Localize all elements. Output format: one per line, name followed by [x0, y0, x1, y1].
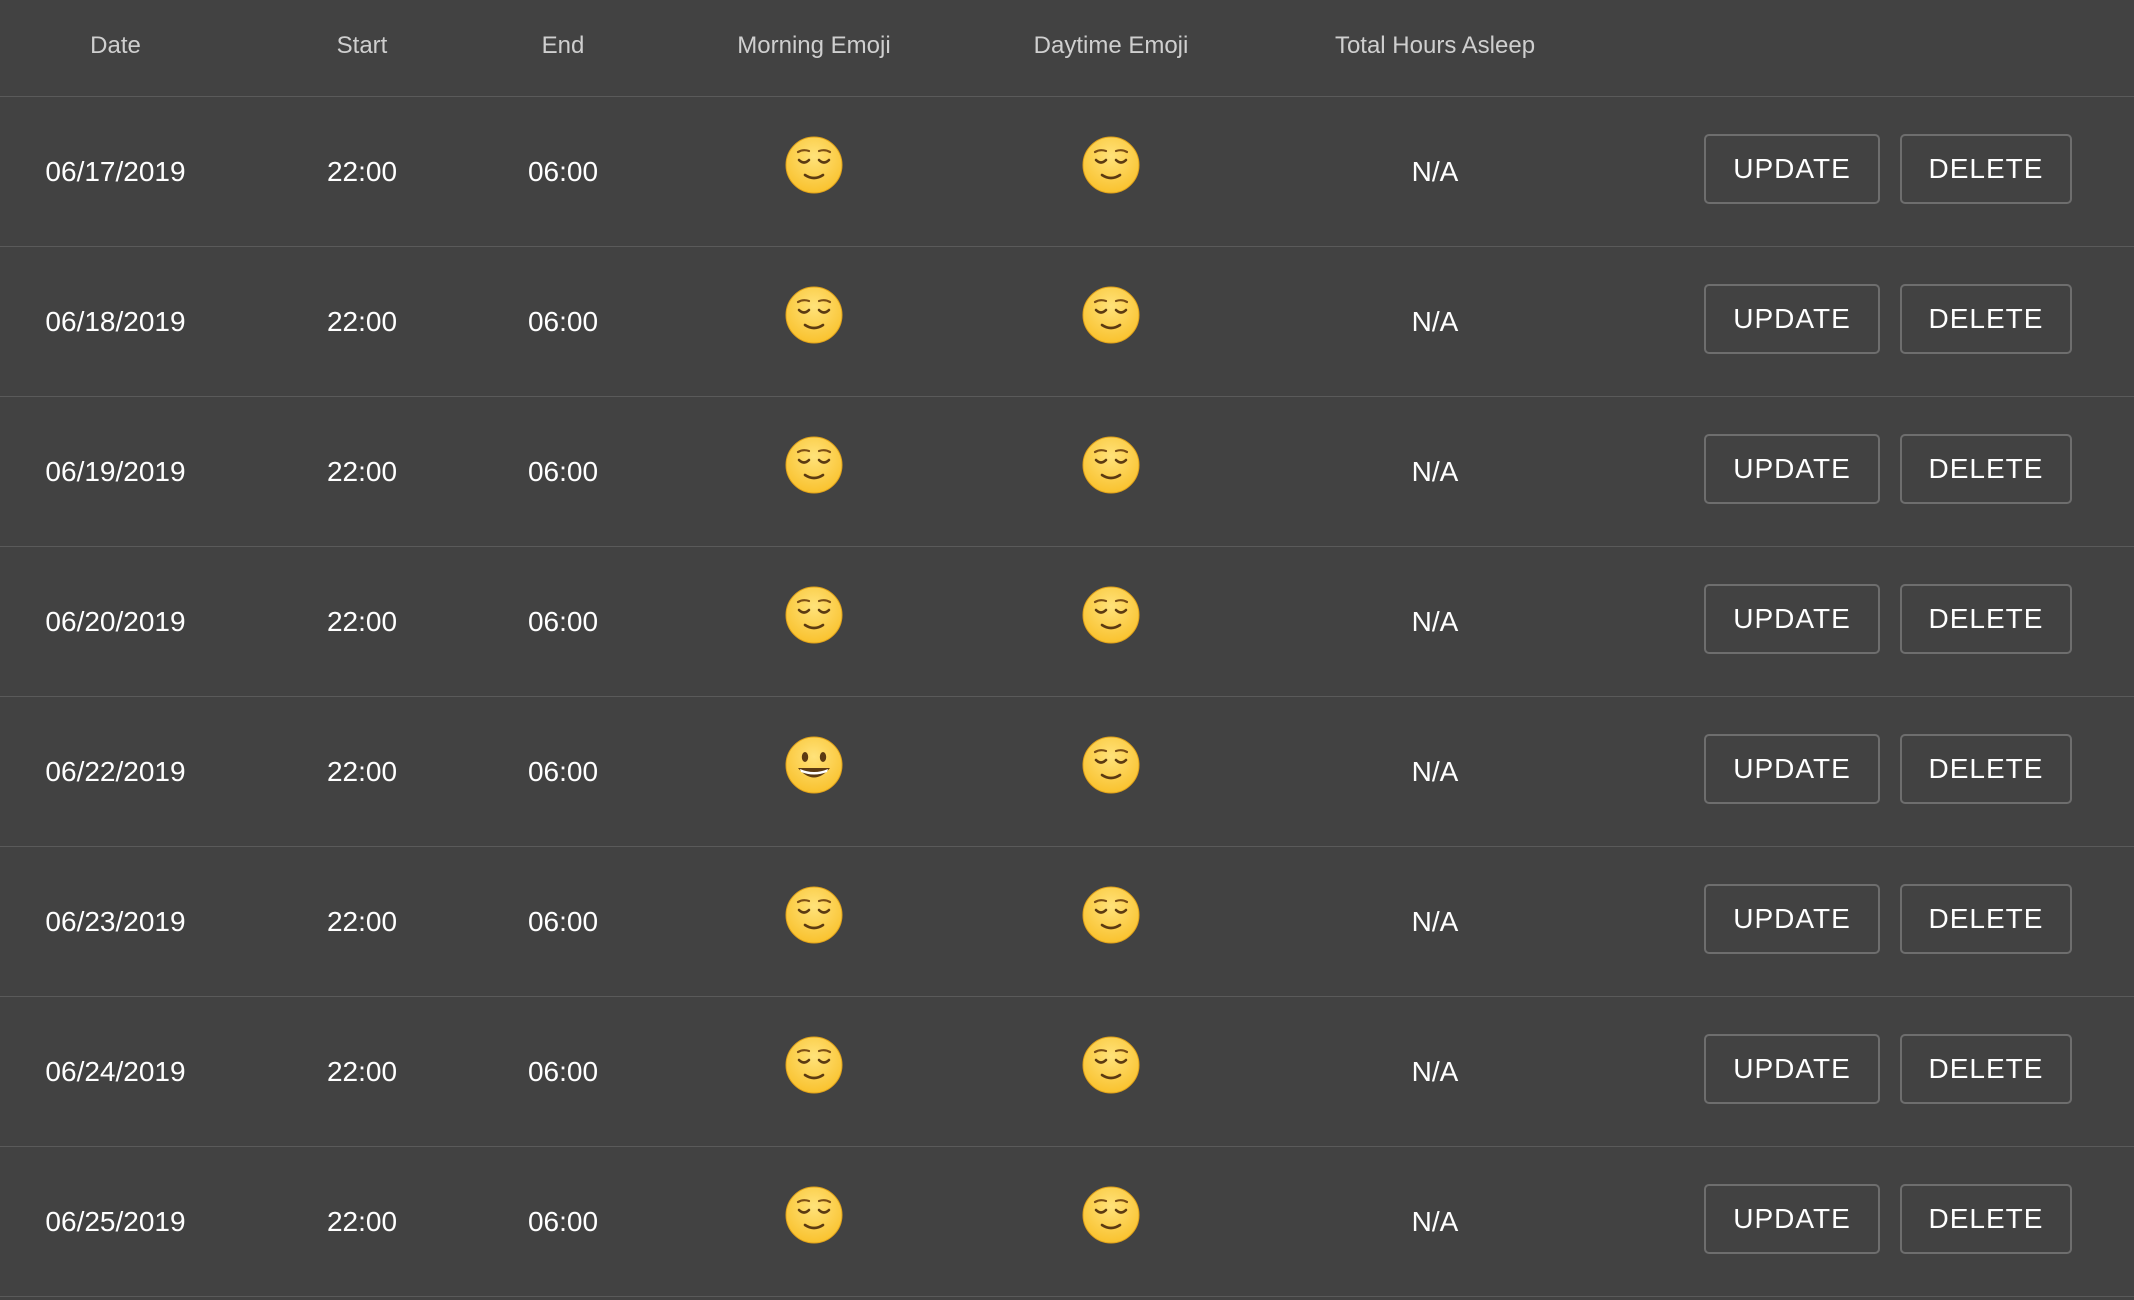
- cell-date: 06/25/2019: [45, 1206, 186, 1237]
- cell-date: 06/20/2019: [45, 606, 186, 637]
- table-row: 06/17/2019 22:00 06:00 N/A UPDATE DELETE: [0, 97, 2134, 247]
- cell-total-hours: N/A: [1411, 306, 1459, 337]
- table-row: 06/20/2019 22:00 06:00 N/A UPDATE DELETE: [0, 547, 2134, 697]
- cell-date: 06/22/2019: [45, 756, 186, 787]
- update-button[interactable]: UPDATE: [1704, 1034, 1880, 1104]
- delete-button[interactable]: DELETE: [1900, 884, 2072, 954]
- daytime-relieved-face-icon: [1012, 697, 1210, 846]
- delete-button[interactable]: DELETE: [1900, 284, 2072, 354]
- cell-start: 22:00: [326, 1206, 398, 1237]
- header-total-hours: Total Hours Asleep: [1334, 32, 1536, 59]
- morning-relieved-face-icon: [715, 1147, 913, 1296]
- sleep-log-table: Date Start End Morning Emoji Daytime Emo…: [0, 0, 2134, 1300]
- morning-relieved-face-icon: [715, 97, 913, 246]
- table-row: 06/19/2019 22:00 06:00 N/A UPDATE DELETE: [0, 397, 2134, 547]
- cell-end: 06:00: [527, 756, 599, 787]
- cell-total-hours: N/A: [1411, 756, 1459, 787]
- cell-date: 06/23/2019: [45, 906, 186, 937]
- delete-button[interactable]: DELETE: [1900, 134, 2072, 204]
- cell-start: 22:00: [326, 456, 398, 487]
- header-date: Date: [90, 32, 141, 59]
- update-button[interactable]: UPDATE: [1704, 584, 1880, 654]
- delete-button[interactable]: DELETE: [1900, 584, 2072, 654]
- morning-relieved-face-icon: [715, 547, 913, 696]
- morning-relieved-face-icon: [715, 397, 913, 546]
- table-row: 06/25/2019 22:00 06:00 N/A UPDATE DELETE: [0, 1147, 2134, 1297]
- update-button[interactable]: UPDATE: [1704, 284, 1880, 354]
- cell-end: 06:00: [527, 1056, 599, 1087]
- delete-button[interactable]: DELETE: [1900, 734, 2072, 804]
- daytime-relieved-face-icon: [1012, 97, 1210, 246]
- daytime-relieved-face-icon: [1012, 397, 1210, 546]
- update-button[interactable]: UPDATE: [1704, 1184, 1880, 1254]
- morning-grinning-face-icon: [715, 697, 913, 846]
- daytime-relieved-face-icon: [1012, 247, 1210, 396]
- cell-date: 06/17/2019: [45, 156, 186, 187]
- table-row: 06/23/2019 22:00 06:00 N/A UPDATE DELETE: [0, 847, 2134, 997]
- morning-relieved-face-icon: [715, 997, 913, 1146]
- cell-start: 22:00: [326, 1056, 398, 1087]
- cell-total-hours: N/A: [1411, 1206, 1459, 1237]
- cell-total-hours: N/A: [1411, 1056, 1459, 1087]
- daytime-relieved-face-icon: [1012, 997, 1210, 1146]
- morning-relieved-face-icon: [715, 247, 913, 396]
- cell-end: 06:00: [527, 456, 599, 487]
- delete-button[interactable]: DELETE: [1900, 434, 2072, 504]
- daytime-relieved-face-icon: [1012, 1147, 1210, 1296]
- cell-end: 06:00: [527, 306, 599, 337]
- cell-end: 06:00: [527, 606, 599, 637]
- cell-total-hours: N/A: [1411, 606, 1459, 637]
- table-row: 06/18/2019 22:00 06:00 N/A UPDATE DELETE: [0, 247, 2134, 397]
- cell-start: 22:00: [326, 306, 398, 337]
- table-row: 06/24/2019 22:00 06:00 N/A UPDATE DELETE: [0, 997, 2134, 1147]
- cell-start: 22:00: [326, 156, 398, 187]
- cell-total-hours: N/A: [1411, 156, 1459, 187]
- cell-start: 22:00: [326, 606, 398, 637]
- cell-date: 06/18/2019: [45, 306, 186, 337]
- update-button[interactable]: UPDATE: [1704, 134, 1880, 204]
- cell-start: 22:00: [326, 756, 398, 787]
- cell-end: 06:00: [527, 156, 599, 187]
- delete-button[interactable]: DELETE: [1900, 1184, 2072, 1254]
- header-end: End: [541, 32, 585, 59]
- daytime-relieved-face-icon: [1012, 547, 1210, 696]
- morning-relieved-face-icon: [715, 847, 913, 996]
- cell-start: 22:00: [326, 906, 398, 937]
- cell-total-hours: N/A: [1411, 906, 1459, 937]
- delete-button[interactable]: DELETE: [1900, 1034, 2072, 1104]
- table-header: Date Start End Morning Emoji Daytime Emo…: [0, 0, 2134, 97]
- update-button[interactable]: UPDATE: [1704, 434, 1880, 504]
- cell-end: 06:00: [527, 906, 599, 937]
- table-row: 06/22/2019 22:00 06:00 N/A UPDATE DELETE: [0, 697, 2134, 847]
- header-morning-emoji: Morning Emoji: [737, 32, 891, 59]
- cell-date: 06/24/2019: [45, 1056, 186, 1087]
- table-body: 06/17/2019 22:00 06:00 N/A UPDATE DELETE 06/18…: [0, 97, 2134, 1297]
- cell-date: 06/19/2019: [45, 456, 186, 487]
- update-button[interactable]: UPDATE: [1704, 734, 1880, 804]
- header-start: Start: [336, 32, 388, 59]
- update-button[interactable]: UPDATE: [1704, 884, 1880, 954]
- cell-end: 06:00: [527, 1206, 599, 1237]
- cell-total-hours: N/A: [1411, 456, 1459, 487]
- daytime-relieved-face-icon: [1012, 847, 1210, 996]
- header-daytime-emoji: Daytime Emoji: [1033, 32, 1189, 59]
